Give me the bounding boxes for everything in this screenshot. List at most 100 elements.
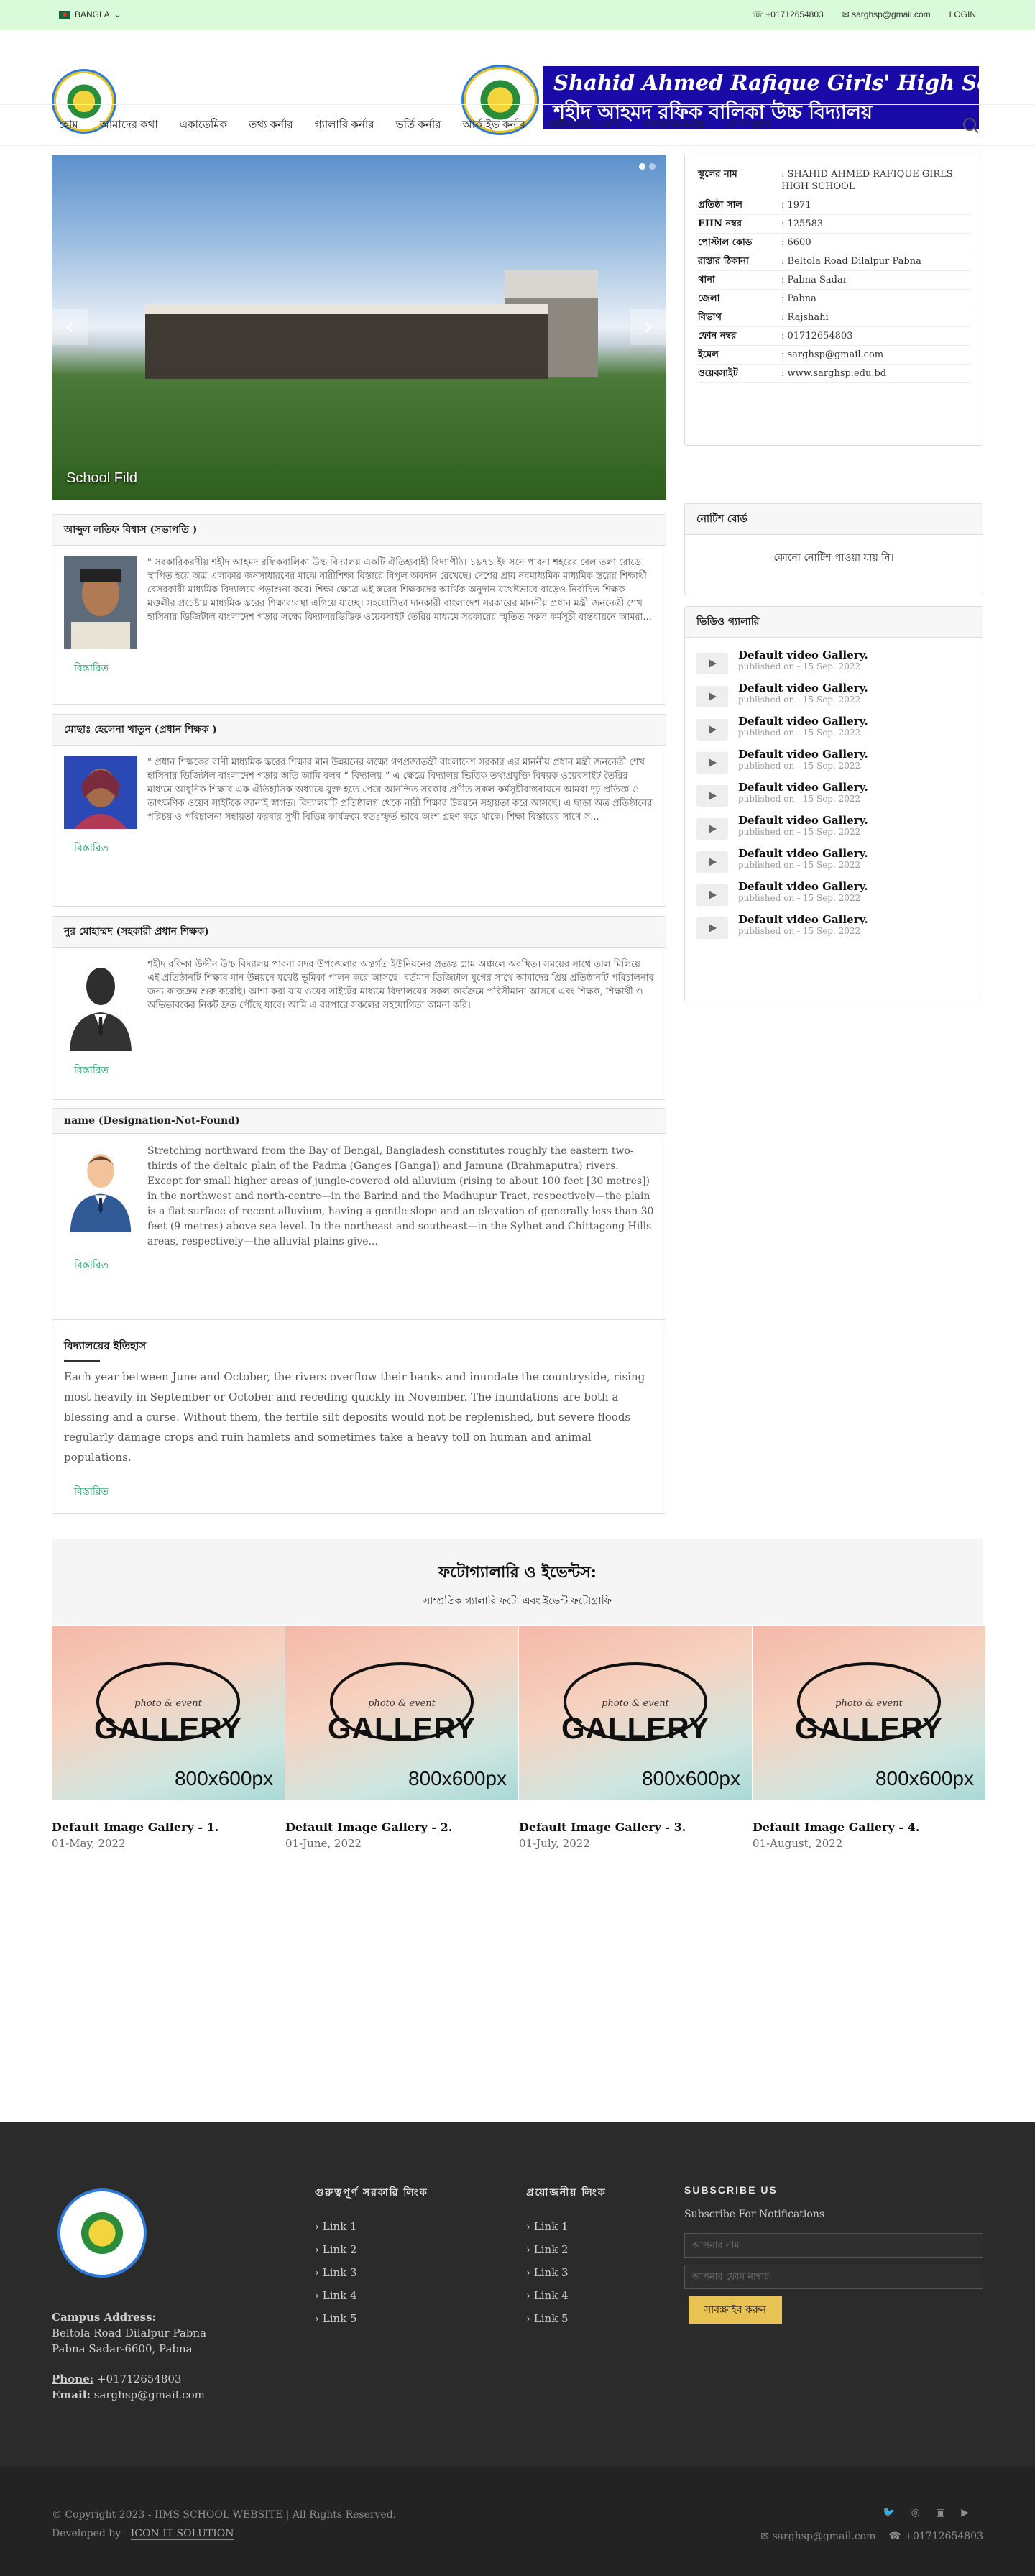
video-title[interactable]: Default video Gallery.	[738, 913, 868, 926]
footer-link[interactable]: Link 4	[526, 2289, 607, 2302]
video-title[interactable]: Default video Gallery.	[738, 814, 868, 827]
read-more-link[interactable]: বিস্তারিত	[74, 662, 654, 676]
gallery-image-caption: photo & event	[368, 1698, 436, 1709]
subscribe-phone-input[interactable]	[684, 2265, 983, 2289]
play-icon[interactable]	[696, 653, 728, 674]
video-title[interactable]: Default video Gallery.	[738, 748, 868, 761]
video-title[interactable]: Default video Gallery.	[738, 880, 868, 893]
footer-email[interactable]: sarghsp@gmail.com	[94, 2388, 205, 2401]
play-icon[interactable]	[696, 851, 728, 873]
footer-phone[interactable]: +01712654803	[97, 2373, 182, 2385]
info-row: ওয়েবসাইট: www.sarghsp.edu.bd	[698, 365, 970, 383]
bottom-phone[interactable]: ☎ +01712654803	[888, 2531, 983, 2542]
footer-link[interactable]: Link 3	[526, 2266, 607, 2279]
gallery-image[interactable]: photo & event GALLERY 800x600px	[753, 1626, 985, 1800]
search-icon[interactable]	[963, 118, 976, 131]
nav-home[interactable]: হোম	[59, 116, 78, 134]
nav-download[interactable]: ডাউনলোড কর্নার	[547, 116, 622, 134]
gallery-image[interactable]: photo & event GALLERY 800x600px	[519, 1626, 752, 1800]
nav-admission[interactable]: ভর্তি কর্নার	[396, 116, 441, 134]
subscribe-name-input[interactable]	[684, 2233, 983, 2258]
gallery-card[interactable]: photo & event GALLERY 800x600px Default Ima…	[52, 1626, 285, 1850]
nav-gallery[interactable]: গ্যালারি কর্নার	[315, 116, 374, 134]
footer-link[interactable]: Link 3	[315, 2266, 428, 2279]
video-item[interactable]: Default video Gallery. published on - 15 …	[696, 711, 971, 744]
gallery-image[interactable]: photo & event GALLERY 800x600px	[285, 1626, 518, 1800]
play-icon[interactable]	[696, 686, 728, 707]
gallery-card[interactable]: photo & event GALLERY 800x600px Default Ima…	[519, 1626, 752, 1850]
video-title[interactable]: Default video Gallery.	[738, 682, 868, 695]
gallery-card-title[interactable]: Default Image Gallery - 3.	[519, 1820, 752, 1834]
youtube-icon[interactable]: ▶	[961, 2507, 969, 2518]
topbar-email[interactable]: ✉ sarghsp@gmail.com	[842, 9, 931, 19]
read-more-link[interactable]: বিস্তারিত	[74, 1483, 654, 1500]
login-link[interactable]: LOGIN	[949, 9, 976, 19]
twitter-icon[interactable]: 🐦	[883, 2507, 895, 2518]
play-icon[interactable]	[696, 884, 728, 906]
footer-link[interactable]: Link 5	[315, 2312, 428, 2325]
message-chairman: আব্দুল লতিফ বিশ্বাস (সভাপতি ) " সরকারিকর…	[52, 514, 666, 705]
gallery-card-title[interactable]: Default Image Gallery - 2.	[285, 1820, 518, 1834]
gallery-card-date: 01-August, 2022	[753, 1837, 843, 1850]
footer-link[interactable]: Link 2	[526, 2243, 607, 2256]
language-switch[interactable]: BANGLA ⌄	[59, 9, 121, 19]
video-item[interactable]: Default video Gallery. published on - 15 …	[696, 645, 971, 678]
video-item[interactable]: Default video Gallery. published on - 15 …	[696, 744, 971, 777]
topbar-phone[interactable]: ☏ +01712654803	[753, 9, 824, 19]
read-more-link[interactable]: বিস্তারিত	[74, 1258, 654, 1273]
nav-contact[interactable]: যোগাযোগ	[727, 116, 771, 134]
video-item[interactable]: Default video Gallery. published on - 15 …	[696, 909, 971, 943]
footer-link[interactable]: Link 1	[315, 2220, 428, 2233]
play-icon[interactable]	[696, 719, 728, 741]
video-title[interactable]: Default video Gallery.	[738, 847, 868, 860]
developer-link[interactable]: ICON IT SOLUTION	[130, 2528, 234, 2540]
chevron-down-icon: ⌄	[114, 9, 121, 19]
slider-next-button[interactable]: ›	[630, 309, 666, 345]
image-slider[interactable]: ‹ › School Fild	[52, 155, 666, 500]
video-title[interactable]: Default video Gallery.	[738, 781, 868, 794]
video-item[interactable]: Default video Gallery. published on - 15 …	[696, 843, 971, 876]
video-title[interactable]: Default video Gallery.	[738, 715, 868, 728]
read-more-link[interactable]: বিস্তারিত	[74, 1064, 654, 1078]
video-item[interactable]: Default video Gallery. published on - 15 …	[696, 777, 971, 810]
subscribe-button[interactable]: সাবস্ক্রাইব করুন	[689, 2296, 782, 2324]
play-icon[interactable]	[696, 752, 728, 774]
play-icon[interactable]	[696, 917, 728, 939]
footer-link[interactable]: Link 1	[526, 2220, 607, 2233]
bottom-email[interactable]: ✉ sarghsp@gmail.com	[760, 2531, 875, 2542]
video-title[interactable]: Default video Gallery.	[738, 648, 868, 661]
gallery-image-caption: photo & event	[835, 1698, 903, 1709]
gallery-card[interactable]: photo & event GALLERY 800x600px Default Ima…	[285, 1626, 518, 1850]
gallery-card-title[interactable]: Default Image Gallery - 1.	[52, 1820, 285, 1834]
footer-link[interactable]: Link 2	[315, 2243, 428, 2256]
nav-result[interactable]: ফলাফল কর্নার	[644, 116, 705, 134]
video-gallery-title: ভিডিও গ্যালারি	[685, 607, 983, 638]
slider-dots[interactable]	[639, 163, 656, 170]
nav-about[interactable]: আমাদের কথা	[100, 116, 158, 134]
footer-link[interactable]: Link 5	[526, 2312, 607, 2325]
email-label: Email:	[52, 2388, 91, 2401]
video-item[interactable]: Default video Gallery. published on - 15 …	[696, 876, 971, 909]
footer-govt-links: গুরুত্বপূর্ণ সরকারি লিংক Link 1 Link 2 Lin…	[315, 2184, 428, 2335]
nav-info[interactable]: তথ্য কর্নার	[249, 116, 293, 134]
nav-academic[interactable]: একাডেমিক	[180, 116, 227, 134]
slider-prev-button[interactable]: ‹	[52, 309, 88, 345]
gallery-card[interactable]: photo & event GALLERY 800x600px Default Ima…	[753, 1626, 985, 1850]
gallery-image[interactable]: photo & event GALLERY 800x600px	[52, 1626, 285, 1800]
school-history: বিদ্যালয়ের ইতিহাস Each year between Jun…	[52, 1326, 666, 1514]
history-title: বিদ্যালয়ের ইতিহাস	[64, 1339, 147, 1352]
gallery-card-title[interactable]: Default Image Gallery - 4.	[753, 1820, 985, 1834]
footer-col-title: গুরুত্বপূর্ণ সরকারি লিংক	[315, 2186, 428, 2198]
instagram-icon[interactable]: ◎	[911, 2507, 920, 2518]
play-icon[interactable]	[696, 785, 728, 807]
footer-logo[interactable]	[58, 2188, 147, 2278]
video-item[interactable]: Default video Gallery. published on - 15 …	[696, 810, 971, 843]
gallery-image-word: GALLERY	[561, 1711, 710, 1745]
play-icon[interactable]	[696, 818, 728, 840]
linkedin-icon[interactable]: ▣	[936, 2507, 945, 2518]
footer-link[interactable]: Link 4	[315, 2289, 428, 2302]
read-more-link[interactable]: বিস্তারিত	[74, 842, 654, 856]
notice-empty-text: কোনো নোটিশ পাওয়া যায় নি।	[773, 552, 894, 564]
video-item[interactable]: Default video Gallery. published on - 15 …	[696, 678, 971, 711]
nav-archive[interactable]: আর্কাইভ কর্নার	[462, 116, 525, 134]
